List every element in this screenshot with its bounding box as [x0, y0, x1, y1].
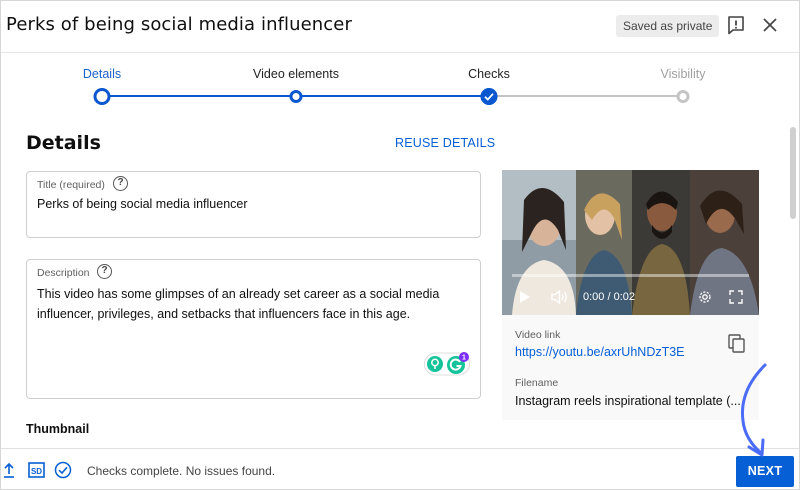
saved-status-chip: Saved as private	[616, 15, 720, 37]
step-video-elements-label[interactable]: Video elements	[253, 67, 339, 81]
volume-icon[interactable]	[550, 289, 570, 305]
play-icon[interactable]	[518, 289, 532, 305]
video-link-label: Video link	[515, 329, 561, 341]
dialog-footer: SD Checks complete. No issues found. NEX…	[1, 448, 799, 489]
video-progress-bar[interactable]	[512, 274, 749, 277]
next-button[interactable]: NEXT	[736, 456, 794, 487]
stepper-line-pending	[489, 95, 683, 97]
video-time: 0:00 / 0:02	[583, 291, 635, 303]
video-link[interactable]: https://youtu.be/axrUhNDzT3E	[515, 345, 685, 359]
reuse-details-button[interactable]: REUSE DETAILS	[395, 136, 495, 150]
step-visibility-label: Visibility	[660, 67, 706, 81]
description-field[interactable]: Description ? This video has some glimps…	[26, 259, 481, 399]
fullscreen-icon[interactable]	[728, 289, 744, 305]
dialog-header: Perks of being social media influencer S…	[1, 1, 799, 53]
thumbnail-heading: Thumbnail	[26, 422, 90, 436]
settings-gear-icon[interactable]	[697, 289, 713, 305]
stepper-line-done-1	[102, 95, 296, 97]
title-help-icon[interactable]: ?	[113, 176, 128, 191]
svg-text:SD: SD	[31, 467, 42, 476]
description-input[interactable]: This video has some glimpses of an alrea…	[37, 284, 467, 324]
step-video-elements-dot[interactable]	[289, 90, 303, 103]
step-details-dot[interactable]	[93, 88, 111, 105]
copy-icon[interactable]	[728, 334, 746, 354]
feedback-icon[interactable]	[725, 14, 747, 36]
description-help-icon[interactable]: ?	[97, 264, 112, 279]
details-heading: Details	[26, 132, 101, 154]
filename-label: Filename	[515, 377, 559, 389]
video-preview-card: 0:00 / 0:02 Video link https://youtu.be/…	[502, 170, 759, 420]
step-details-label[interactable]: Details	[83, 67, 121, 81]
checks-status-text: Checks complete. No issues found.	[87, 464, 276, 478]
grammarly-badge-count: 1	[462, 355, 466, 362]
close-icon[interactable]	[759, 14, 781, 36]
filename-value: Instagram reels inspirational template (…	[515, 394, 741, 408]
sd-processing-icon: SD	[28, 462, 45, 478]
title-input[interactable]: Perks of being social media influencer	[37, 197, 248, 211]
step-visibility-dot	[676, 90, 690, 103]
stepper-line-done-2	[296, 95, 489, 97]
checks-complete-icon	[54, 461, 72, 479]
content-scrollbar[interactable]	[790, 127, 796, 219]
grammarly-icon[interactable]: 1	[424, 352, 470, 376]
description-field-label: Description	[37, 267, 90, 279]
step-checks-check-icon[interactable]	[480, 88, 498, 105]
upload-stepper: Details Video elements Checks Visibility	[1, 53, 799, 115]
upload-icon	[4, 462, 14, 478]
video-frame-3	[632, 170, 690, 315]
title-field[interactable]: Title (required) ? Perks of being social…	[26, 171, 481, 238]
upload-dialog: Perks of being social media influencer S…	[0, 0, 800, 490]
title-field-label: Title (required)	[37, 179, 105, 191]
video-player[interactable]: 0:00 / 0:02	[502, 170, 759, 315]
step-checks-label[interactable]: Checks	[468, 67, 510, 81]
dialog-title: Perks of being social media influencer	[6, 14, 352, 35]
